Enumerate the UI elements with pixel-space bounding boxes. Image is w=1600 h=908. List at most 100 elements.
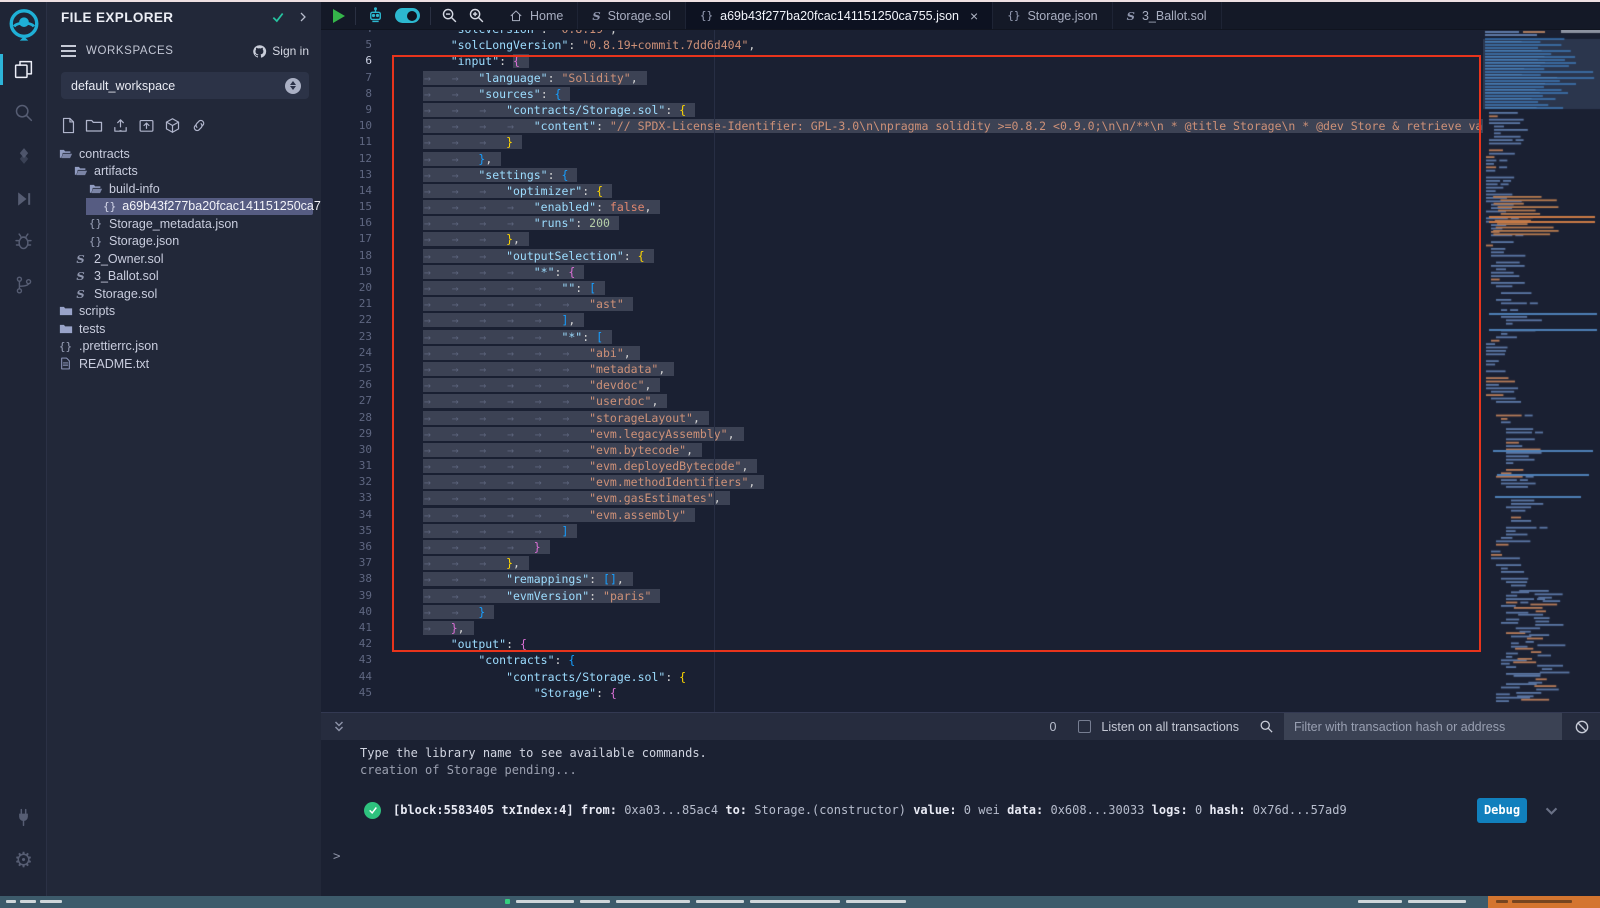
file-explorer-icon[interactable] — [0, 48, 47, 91]
solidity-file-icon: S — [73, 287, 88, 301]
assistant-robot-icon[interactable] — [366, 6, 385, 25]
upload-file-icon[interactable] — [112, 117, 129, 134]
remix-logo[interactable] — [0, 2, 47, 48]
tab-label: Storage.sol — [608, 9, 671, 23]
tree-item-storage-json[interactable]: {}Storage.json — [47, 233, 313, 251]
code-line-19: 19→→→→"*": { — [321, 264, 1483, 280]
tree-item-label: Storage.json — [109, 234, 179, 248]
debugger-icon[interactable] — [0, 220, 47, 263]
status-badge[interactable] — [1488, 896, 1600, 908]
folder-closed-icon — [58, 305, 73, 317]
terminal-output[interactable]: Type the library name to see available c… — [321, 740, 1600, 896]
git-icon[interactable] — [0, 263, 47, 306]
theme-toggle[interactable] — [395, 8, 420, 23]
import-url-icon[interactable] — [190, 117, 208, 134]
tab-label: a69b43f277ba20fcac141151250ca755.json — [720, 9, 959, 23]
close-tab-icon[interactable]: × — [970, 9, 978, 23]
tab-home[interactable]: Home — [495, 2, 578, 29]
collapse-terminal-icon[interactable] — [333, 720, 345, 734]
line-number: 25 — [321, 361, 372, 377]
deploy-run-icon[interactable] — [0, 177, 47, 220]
code-line-17: 17→→→}, — [321, 231, 1483, 247]
code-line-7: 7→→"language": "Solidity", — [321, 70, 1483, 86]
code-line-16: 16→→→→"runs": 200 — [321, 215, 1483, 231]
tree-item-contracts[interactable]: contracts — [47, 145, 313, 163]
tx-field-label: hash: — [1202, 803, 1253, 817]
tab-a69b43f277ba20fcac141151250ca755-json[interactable]: {}a69b43f277ba20fcac141151250ca755.json× — [686, 2, 993, 29]
hamburger-menu-icon[interactable] — [61, 45, 76, 57]
line-number: 36 — [321, 539, 372, 555]
plugin-manager-icon[interactable] — [0, 796, 47, 839]
line-number: 35 — [321, 523, 372, 539]
tree-item-storage-metadata-json[interactable]: {}Storage_metadata.json — [47, 215, 313, 233]
remix-ide-window: ⚙ FILE EXPLORER WORKSPACES Sign in — [0, 0, 1600, 908]
workspace-selector[interactable]: default_workspace — [61, 72, 309, 99]
code-line-23: 23→→→→→"*": [ — [321, 329, 1483, 345]
tree-item-storage-sol[interactable]: SStorage.sol — [47, 285, 313, 303]
line-number: 10 — [321, 118, 372, 134]
code-editor[interactable]: 4"solcVersion": "0.8.19",5"solcLongVersi… — [321, 30, 1483, 712]
sign-in-button[interactable]: Sign in — [252, 44, 309, 59]
code-line-31: 31→→→→→→"evm.deployedBytecode", — [321, 458, 1483, 474]
editor-controls — [321, 2, 495, 29]
code-line-40: 40→→} — [321, 604, 1483, 620]
chevron-right-icon[interactable] — [297, 11, 309, 23]
run-script-icon[interactable] — [333, 9, 345, 23]
code-line-28: 28→→→→→→"storageLayout", — [321, 410, 1483, 426]
expand-transaction-icon[interactable] — [1543, 802, 1560, 819]
line-number: 12 — [321, 151, 372, 167]
tree-item-2-owner-sol[interactable]: S2_Owner.sol — [47, 250, 313, 268]
load-gist-icon[interactable] — [164, 117, 181, 134]
tree-item--prettierrc-json[interactable]: {}.prettierrc.json — [47, 338, 313, 356]
search-icon[interactable] — [0, 91, 47, 134]
listen-checkbox[interactable] — [1078, 720, 1091, 733]
code-line-8: 8→→"sources": { — [321, 86, 1483, 102]
tree-item-build-info[interactable]: build-info — [47, 180, 313, 198]
new-folder-icon[interactable] — [85, 117, 103, 133]
editor-minimap[interactable] — [1483, 30, 1600, 712]
json-file-icon: {} — [1007, 9, 1020, 22]
listen-label: Listen on all transactions — [1101, 720, 1239, 734]
tree-item-artifacts[interactable]: artifacts — [47, 163, 313, 181]
tx-field-label: value: — [906, 803, 964, 817]
line-number: 6 — [321, 53, 372, 69]
code-line-14: 14→→→"optimizer": { — [321, 183, 1483, 199]
sign-in-label: Sign in — [272, 44, 309, 58]
tree-item-a69b43f277ba20fcac141151250ca7-[interactable]: {}a69b43f277ba20fcac141151250ca7... — [47, 198, 313, 216]
tree-item-label: 3_Ballot.sol — [94, 269, 159, 283]
tab-strip: HomeSStorage.sol {} a69b43f277ba20fcac1411… — [321, 2, 1600, 30]
tab-storage-json[interactable]: {}Storage.json — [993, 2, 1112, 29]
code-line-38: 38→→→"remappings": [], — [321, 571, 1483, 587]
line-number: 22 — [321, 312, 372, 328]
solidity-compiler-icon[interactable] — [0, 134, 47, 177]
clear-terminal-icon[interactable] — [1574, 719, 1590, 735]
icon-rail: ⚙ — [0, 2, 47, 896]
transaction-log-row[interactable]: [block:5583405 txIndex:4] from: 0xa03...… — [360, 796, 1560, 824]
line-number: 23 — [321, 329, 372, 345]
tab-3-ballot-sol[interactable]: S3_Ballot.sol — [1113, 2, 1222, 29]
tree-item-tests[interactable]: tests — [47, 320, 313, 338]
tree-item-3-ballot-sol[interactable]: S3_Ballot.sol — [47, 268, 313, 286]
tab-storage-sol[interactable]: SStorage.sol — [578, 2, 686, 29]
line-number: 21 — [321, 296, 372, 312]
code-line-42: 42"output": { — [321, 636, 1483, 652]
terminal-line: Type the library name to see available c… — [360, 746, 707, 760]
solidity-file-icon: S — [73, 252, 88, 266]
code-line-43: 43"contracts": { — [321, 652, 1483, 668]
zoom-out-icon[interactable] — [441, 7, 458, 24]
tx-field-label: from: — [574, 803, 625, 817]
transaction-filter-input[interactable] — [1284, 713, 1562, 740]
tree-item-readme-txt[interactable]: README.txt — [47, 355, 313, 373]
line-number: 31 — [321, 458, 372, 474]
new-file-icon[interactable] — [61, 117, 76, 134]
code-line-11: 11→→→} — [321, 134, 1483, 150]
upload-folder-icon[interactable] — [138, 117, 155, 134]
line-number: 29 — [321, 426, 372, 442]
terminal-prompt[interactable]: > — [333, 848, 341, 863]
debug-button[interactable]: Debug — [1477, 798, 1527, 823]
zoom-in-icon[interactable] — [468, 7, 485, 24]
workspaces-row: WORKSPACES Sign in — [47, 38, 321, 64]
settings-icon[interactable]: ⚙ — [0, 839, 47, 882]
code-line-37: 37→→→}, — [321, 555, 1483, 571]
tree-item-scripts[interactable]: scripts — [47, 303, 313, 321]
